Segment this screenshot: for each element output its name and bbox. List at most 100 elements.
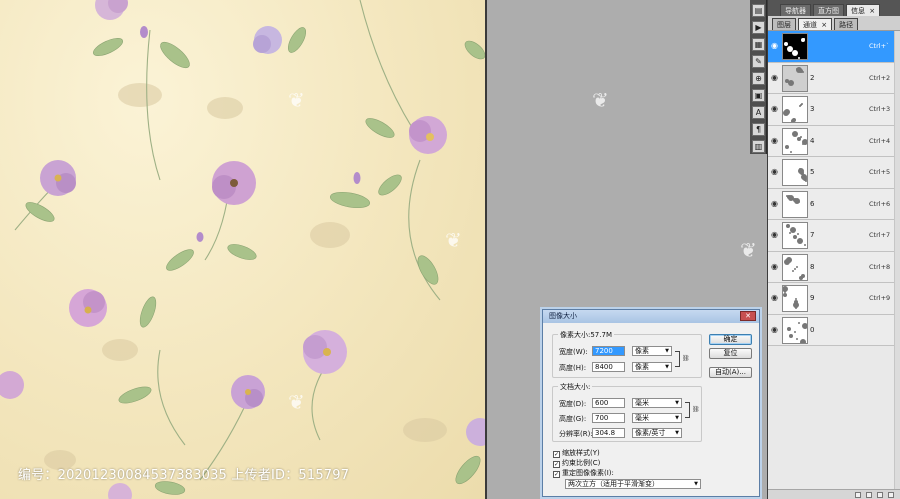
channel-row[interactable]: ◉ Ctrl+` (768, 31, 900, 63)
tab-channels[interactable]: 通道 × (798, 18, 833, 30)
channel-thumbnail (782, 127, 808, 155)
dialog-title-bar[interactable]: 图像大小 ✕ (543, 310, 759, 323)
tab-histogram[interactable]: 直方图 (813, 4, 844, 16)
actions-icon[interactable]: ▶ (752, 21, 765, 34)
history-icon[interactable]: ▤ (752, 4, 765, 17)
clone-source-icon[interactable]: ⊕ (752, 72, 765, 85)
tab-navigator[interactable]: 导航器 (780, 4, 811, 16)
swatches-icon[interactable]: ▦ (752, 38, 765, 51)
channel-shortcut: Ctrl+3 (869, 105, 891, 113)
close-icon[interactable]: × (819, 21, 827, 29)
close-icon[interactable]: ✕ (740, 311, 756, 321)
channel-row[interactable]: ◉ 8 Ctrl+8 (768, 251, 900, 283)
resample-method-value: 两次立方（适用于平滑渐变） (568, 480, 659, 488)
channel-name: 2 (810, 73, 815, 82)
width-input[interactable]: 7200 (592, 346, 625, 356)
channel-name: 5 (810, 168, 815, 176)
channel-thumbnail (782, 316, 808, 344)
delete-channel-icon[interactable] (888, 491, 894, 498)
width-unit-select[interactable]: 像素 ▼ (632, 346, 672, 356)
channel-name: 8 (810, 262, 815, 271)
channel-name: 9 (810, 294, 815, 302)
link-bracket (685, 402, 690, 418)
channel-shortcut: Ctrl+2 (869, 73, 891, 82)
eye-icon[interactable]: ◉ (771, 199, 780, 208)
channel-row[interactable]: ◉ 2 Ctrl+2 (768, 62, 900, 94)
eye-icon[interactable]: ◉ (771, 231, 780, 239)
height-input[interactable]: 8400 (592, 362, 625, 372)
thumbnail-mask-preview (783, 103, 803, 122)
channel-row[interactable]: ◉ 4 Ctrl+4 (768, 125, 900, 157)
close-icon[interactable]: × (867, 7, 875, 15)
link-bracket (675, 351, 680, 367)
resample-method-select[interactable]: 两次立方（适用于平滑渐变） ▼ (565, 479, 701, 489)
width-label: 宽度(W): (559, 348, 588, 356)
thumbnail-mask-preview (786, 194, 800, 204)
channel-row[interactable]: ◉ 7 Ctrl+7 (768, 220, 900, 252)
eye-icon[interactable]: ◉ (771, 42, 780, 50)
channel-row[interactable]: ◉ 6 Ctrl+6 (768, 188, 900, 220)
channel-shortcut: Ctrl+` (869, 42, 890, 50)
tab-paths[interactable]: 路径 (834, 18, 859, 30)
checkbox-checked: ✓ (553, 461, 560, 468)
channel-shortcut: Ctrl+7 (869, 231, 891, 239)
doc-height-unit-select[interactable]: 毫米 ▼ (632, 413, 682, 423)
stamp-icon[interactable]: ▣ (752, 89, 765, 102)
auto-button[interactable]: 自动(A)... (709, 367, 752, 378)
eye-icon[interactable]: ◉ (771, 105, 780, 113)
eye-icon[interactable]: ◉ (771, 262, 780, 271)
eye-icon[interactable]: ◉ (771, 168, 780, 176)
character-icon[interactable]: A (752, 106, 765, 119)
channel-name: 0 (810, 325, 815, 334)
channel-list: ◉ Ctrl+` ◉ 2 Ctrl+2 ◉ 3 Ctrl+3 ◉ 4 Ctrl+4 ◉ 5 Ctrl+5 ◉… (768, 31, 900, 346)
reset-button[interactable]: 复位 (709, 348, 752, 359)
eye-icon[interactable]: ◉ (771, 73, 780, 82)
channel-row[interactable]: ◉ 0 (768, 314, 900, 346)
constrain-proportions-checkbox[interactable]: ✓ 约束比例(C) (553, 458, 600, 468)
thumbnail-mask-preview (783, 286, 799, 309)
channel-thumbnail (782, 253, 808, 281)
doc-height-input[interactable]: 700 (592, 413, 625, 423)
save-selection-icon[interactable] (866, 491, 872, 498)
channel-thumbnail (782, 222, 808, 249)
channel-row[interactable]: ◉ 9 Ctrl+9 (768, 283, 900, 315)
doc-width-unit-value: 毫米 (635, 399, 649, 407)
resolution-input[interactable]: 304.8 (592, 428, 625, 438)
pixel-dimensions-label: 像素大小:57.7M (558, 330, 614, 340)
tab-layers[interactable]: 图层 (772, 18, 796, 30)
brush-icon[interactable]: ✎ (752, 55, 765, 68)
scale-styles-checkbox[interactable]: ✓ 缩放样式(Y) (553, 448, 600, 458)
ok-button[interactable]: 确定 (709, 334, 752, 345)
new-channel-icon[interactable] (877, 491, 883, 498)
thumbnail-mask-preview (787, 321, 807, 343)
height-label: 高度(H): (559, 364, 587, 372)
chevron-down-icon: ▼ (675, 430, 679, 436)
panel-tabs-top: 导航器 直方图 信息 × (768, 0, 900, 16)
resolution-unit-select[interactable]: 像素/英寸 ▼ (632, 428, 682, 438)
channel-thumbnail (782, 33, 808, 60)
height-unit-select[interactable]: 像素 ▼ (632, 362, 672, 372)
tab-channels-label: 通道 (803, 21, 817, 29)
chain-link-icon: ⛓ (692, 406, 700, 413)
doc-width-unit-select[interactable]: 毫米 ▼ (632, 398, 682, 408)
channel-row[interactable]: ◉ 5 Ctrl+5 (768, 157, 900, 189)
image-canvas[interactable]: ❦ ❦ ❦ 编号：20201230084537383035 上传者ID：5157… (0, 0, 487, 499)
paragraph-icon[interactable]: ¶ (752, 123, 765, 136)
watermark-logo-icon: ❦ (288, 88, 305, 112)
eye-icon[interactable]: ◉ (771, 325, 780, 334)
doc-width-input[interactable]: 600 (592, 398, 625, 408)
channel-shortcut: Ctrl+6 (869, 199, 891, 208)
checkbox-checked: ✓ (553, 451, 560, 458)
chevron-down-icon: ▼ (665, 348, 669, 354)
tab-info[interactable]: 信息 × (846, 4, 881, 16)
resample-checkbox[interactable]: ✓ 重定图像像素(I): (553, 468, 614, 478)
load-selection-icon[interactable] (855, 491, 861, 498)
tool-presets-icon[interactable]: ▥ (752, 140, 765, 153)
watermark-logo-icon: ❦ (740, 238, 757, 262)
dialog-title: 图像大小 (549, 312, 577, 320)
eye-icon[interactable]: ◉ (771, 294, 780, 302)
panel-scrollbar[interactable] (894, 31, 900, 491)
eye-icon[interactable]: ◉ (771, 136, 780, 145)
chevron-down-icon: ▼ (675, 415, 679, 421)
channel-row[interactable]: ◉ 3 Ctrl+3 (768, 94, 900, 126)
